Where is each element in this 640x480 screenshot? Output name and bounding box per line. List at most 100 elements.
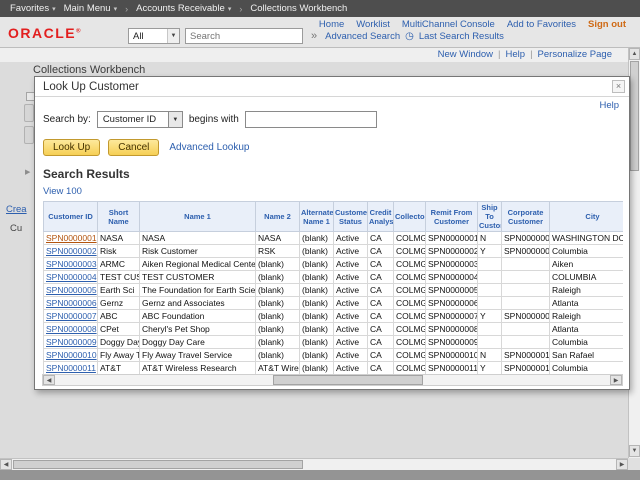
column-header-customer-id[interactable]: Customer ID (43, 201, 98, 232)
customer-id-link[interactable]: SPN0000005 (46, 285, 97, 295)
breadcrumb-item-main-menu[interactable]: Main Menu ▾ (64, 3, 118, 14)
scroll-up-button[interactable]: ▲ (629, 48, 640, 60)
modal-titlebar: Look Up Customer × (35, 77, 629, 97)
cell: COLMG (393, 283, 426, 297)
cell: Aiken Regional Medical Center (139, 257, 256, 271)
column-header-credit-analyst[interactable]: Credit Analyst (367, 201, 394, 232)
column-header-alternate-name-1[interactable]: Alternate Name 1 (299, 201, 334, 232)
search-by-select[interactable]: Customer ID ▼ (96, 111, 183, 128)
customer-id-link[interactable]: SPN0000003 (46, 259, 97, 269)
column-header-name-2[interactable]: Name 2 (255, 201, 300, 232)
column-header-name-1[interactable]: Name 1 (139, 201, 256, 232)
global-search: All ▼ » Advanced Search ◷ Last Search Re… (128, 28, 504, 44)
customer-id-link[interactable]: SPN0000008 (46, 324, 97, 334)
advanced-search-link[interactable]: Advanced Search (325, 31, 400, 42)
cell: (blank) (255, 296, 300, 310)
cell: COLMG (393, 309, 426, 323)
cell: (blank) (299, 270, 334, 284)
modal-horizontal-scrollbar[interactable]: ◀ ▶ (42, 374, 623, 386)
help-link[interactable]: Help (599, 100, 619, 111)
cell: SPN0000007 (501, 309, 550, 323)
section-toggle-icon[interactable]: ▶ (25, 168, 30, 176)
cell: Active (333, 348, 368, 362)
cell: CA (367, 335, 394, 349)
cell: Columbia (549, 244, 623, 258)
cell: COLUMBIA (549, 270, 623, 284)
cell: SPN0000008 (425, 322, 478, 336)
cell: COLMG (393, 361, 426, 375)
column-header-ship-to-customer[interactable]: Ship To Customer (477, 201, 502, 232)
last-search-results-link[interactable]: Last Search Results (419, 31, 504, 42)
column-header-collector[interactable]: Collector (393, 201, 426, 232)
breadcrumb-item-accounts-receivable[interactable]: Accounts Receivable ▾ (136, 3, 231, 14)
cell: AT&T (97, 361, 140, 375)
cell: N (477, 348, 502, 362)
cell: (blank) (255, 335, 300, 349)
scroll-left-button[interactable]: ◀ (0, 459, 12, 470)
customer-id-link[interactable]: SPN0000002 (46, 246, 97, 256)
cell: TEST CUSTO (97, 270, 140, 284)
scroll-right-button[interactable]: ▶ (610, 375, 622, 385)
search-input[interactable] (185, 28, 303, 44)
look-up-button[interactable]: Look Up (43, 139, 101, 156)
view-100-link[interactable]: View 100 (43, 186, 82, 197)
scroll-right-button[interactable]: ▶ (616, 459, 628, 470)
customer-id-link[interactable]: SPN0000004 (46, 272, 97, 282)
cell: (blank) (299, 231, 334, 245)
cell: CA (367, 322, 394, 336)
column-header-customer-status[interactable]: Customer Status (333, 201, 368, 232)
cell: SPN0000009 (425, 335, 478, 349)
advanced-lookup-link[interactable]: Advanced Lookup (169, 142, 249, 153)
cell: Fly Away T (97, 348, 140, 362)
collapsed-section-bar[interactable] (24, 126, 34, 144)
column-header-remit-from-customer[interactable]: Remit From Customer (425, 201, 478, 232)
vertical-scrollbar-thumb[interactable] (630, 61, 639, 171)
scroll-down-button[interactable]: ▼ (629, 445, 640, 457)
begins-with-input[interactable] (244, 111, 377, 128)
collapsed-section-bar[interactable] (24, 104, 34, 122)
close-icon[interactable]: × (612, 80, 625, 93)
caret-down-icon: ▾ (113, 6, 118, 13)
cell: The Foundation for Earth Science (139, 283, 256, 297)
last-search-results-icon: ◷ (405, 30, 414, 42)
page-horizontal-scrollbar-thumb[interactable] (13, 460, 303, 469)
cell: COLMG (393, 296, 426, 310)
cell: CA (367, 283, 394, 297)
search-scope-select[interactable]: All ▼ (128, 28, 180, 44)
customer-id-link[interactable]: SPN0000009 (46, 337, 97, 347)
cell: TEST CUSTOMER (139, 270, 256, 284)
page-link-help[interactable]: Help (506, 49, 526, 60)
customer-id-link[interactable]: SPN0000007 (46, 311, 97, 321)
cell: COLMG (393, 348, 426, 362)
breadcrumb-item-favorites[interactable]: Favorites ▾ (10, 3, 56, 14)
page-link-new-window[interactable]: New Window (438, 49, 493, 60)
column-header-corporate-customer[interactable]: Corporate Customer (501, 201, 550, 232)
customer-id-link[interactable]: SPN0000006 (46, 298, 97, 308)
customer-id-link[interactable]: SPN0000010 (46, 350, 97, 360)
cell: (blank) (299, 283, 334, 297)
nav-link-add-to-favorites[interactable]: Add to Favorites (507, 19, 576, 30)
create-link-fragment[interactable]: Crea (6, 204, 27, 215)
cell: Columbia (549, 335, 623, 349)
cell: SPN0000009 (43, 335, 98, 349)
cell (477, 283, 502, 297)
separator: | (498, 49, 501, 60)
cancel-button[interactable]: Cancel (108, 139, 160, 156)
page-link-personalize-page[interactable]: Personalize Page (538, 49, 612, 60)
cell: SPN0000011 (43, 361, 98, 375)
horizontal-scrollbar-thumb[interactable] (273, 375, 423, 385)
customer-id-link[interactable]: SPN0000011 (46, 363, 96, 373)
breadcrumb-item-collections-workbench[interactable]: Collections Workbench (250, 3, 347, 14)
cell: SPN0000002 (425, 244, 478, 258)
table-row: SPN0000001 NASA NASA NASA (blank) Active CA COL… (43, 231, 623, 245)
customer-id-link[interactable]: SPN0000001 (46, 233, 97, 243)
scroll-left-button[interactable]: ◀ (43, 375, 55, 385)
modal-title: Look Up Customer (43, 80, 139, 93)
table-row: SPN0000004TEST CUSTOTEST CUSTOMER (blank)… (43, 270, 623, 284)
cell: AT&T Wireless Research (255, 361, 300, 375)
cell: Atlanta (549, 322, 623, 336)
page-horizontal-scrollbar[interactable]: ◀ ▶ (0, 458, 628, 470)
sign-out-link[interactable]: Sign out (588, 19, 626, 30)
column-header-short-name[interactable]: Short Name (97, 201, 140, 232)
column-header-city[interactable]: City (549, 201, 623, 232)
